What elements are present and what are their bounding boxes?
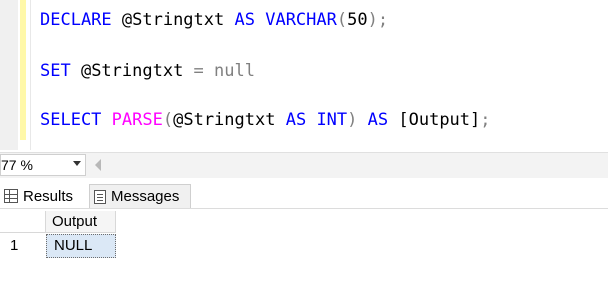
code-token: AS [367,110,389,130]
code-token: DECLARE [40,10,112,30]
change-tracking-bar [20,0,26,140]
zoom-dropdown[interactable]: 77 % [0,154,86,176]
code-token: VARCHAR [265,10,337,30]
column-header-output[interactable]: Output [46,211,116,233]
code-token: @Stringtxt [70,61,194,81]
code-token: SET [40,61,71,81]
zoom-value: 77 % [1,157,33,173]
grid-cell-output[interactable]: NULL [46,234,116,258]
tab-results[interactable]: Results [0,184,88,208]
code-token: ( [336,10,348,30]
grid-icon [4,189,18,203]
code-token: ); [367,10,389,30]
code-line-select[interactable]: SELECT PARSE(@Stringtxt AS INT) AS [Outp… [40,109,491,131]
code-token: 50 [347,10,368,30]
messages-icon [94,189,106,204]
code-token: PARSE [111,110,163,130]
tab-results-label: Results [23,187,74,205]
editor-gutter [0,0,18,150]
code-token: AS [285,110,307,130]
code-token: ) [347,110,358,130]
code-line-set[interactable]: SET @Stringtxt = null [40,60,255,82]
query-editor[interactable]: DECLARE @Stringtxt AS VARCHAR(50); SET @… [0,0,608,150]
code-token: ( [162,110,174,130]
code-token: @Stringtxt [111,10,235,30]
tab-messages-label: Messages [111,188,180,205]
grid-corner[interactable] [0,211,46,233]
editor-status-strip: 77 % [0,152,608,178]
results-tabs: Results Messages [0,182,608,209]
editor-margin [30,0,31,150]
results-grid[interactable]: Output 1 NULL [0,209,608,298]
code-token: ; [480,110,491,130]
code-line-declare[interactable]: DECLARE @Stringtxt AS VARCHAR(50); [40,9,388,31]
tab-messages[interactable]: Messages [89,184,191,208]
code-token: @Stringtxt [173,110,286,130]
chevron-down-icon[interactable] [73,161,81,166]
code-token: [Output] [388,110,481,130]
code-token: AS [234,10,255,30]
code-token: INT [316,110,348,130]
code-token: null [214,61,255,81]
row-number[interactable]: 1 [0,234,46,258]
code-token: = [193,61,204,81]
scroll-left-icon[interactable] [95,159,101,171]
code-token: SELECT [40,110,102,130]
